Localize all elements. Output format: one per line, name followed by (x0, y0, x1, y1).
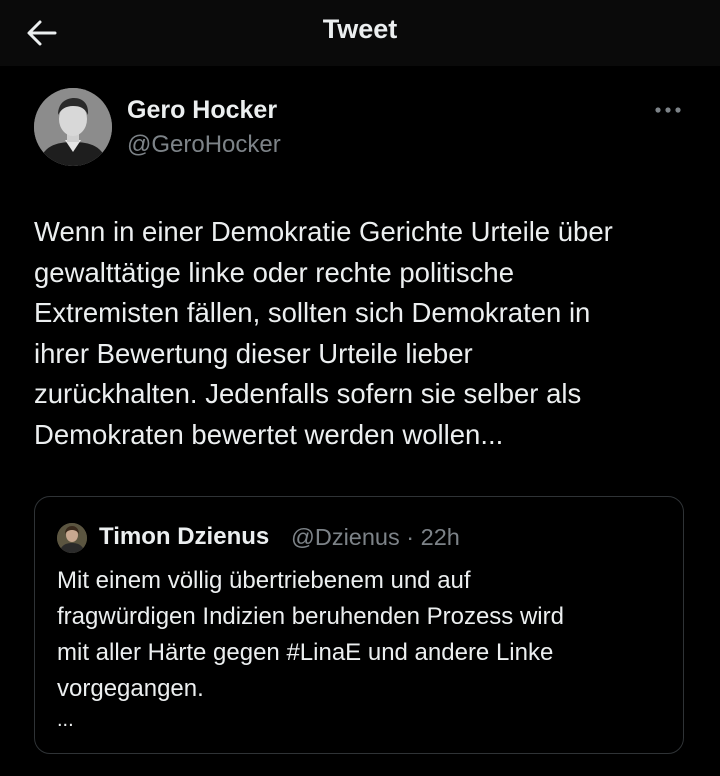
quoted-tweet-meta: @Dzienus · 22h (291, 524, 460, 551)
avatar-photo (34, 88, 112, 166)
top-bar: Tweet (0, 0, 720, 66)
quoted-truncation: ... (57, 709, 74, 731)
more-horizontal-icon (655, 107, 681, 113)
quoted-author-avatar (57, 523, 87, 553)
quoted-author-handle: @Dzienus (291, 524, 400, 550)
author-name[interactable]: Gero Hocker (127, 96, 277, 125)
meta-separator: · (406, 524, 415, 550)
page-title: Tweet (322, 14, 398, 44)
quoted-timestamp: 22h (420, 524, 460, 550)
quoted-tweet-text: Mit einem völlig übertriebenem und auf f… (57, 567, 564, 702)
quoted-tweet-card[interactable]: Timon Dzienus @Dzienus · 22h Mit einem v… (34, 496, 684, 754)
author-avatar[interactable] (34, 88, 112, 166)
avatar-photo (57, 523, 87, 553)
more-options-button[interactable] (648, 98, 688, 122)
author-handle: @GeroHocker (127, 131, 281, 158)
quoted-author-name: Timon Dzienus (99, 523, 270, 550)
tweet-text: Wenn in einer Demokratie Gerichte Urteil… (34, 216, 613, 450)
